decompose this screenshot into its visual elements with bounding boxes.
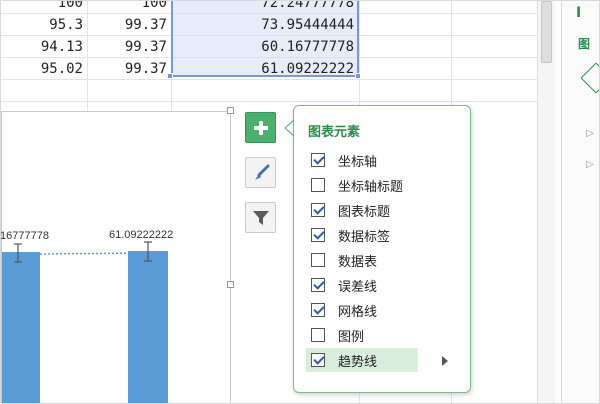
cell-b4[interactable]: 99.37	[87, 58, 171, 80]
option-label: 数据标签	[338, 229, 391, 245]
option-error-bars[interactable]: 误差线	[306, 273, 418, 297]
vertical-scrollbar[interactable]	[537, 1, 555, 403]
checkbox[interactable]	[311, 203, 325, 217]
data-label-2: 61.09222222	[109, 229, 174, 241]
bar-2	[128, 251, 168, 403]
option-label: 图表标题	[338, 204, 391, 220]
option-trendline[interactable]: 趋势线	[306, 348, 418, 372]
checkbox[interactable]	[311, 178, 325, 192]
cell-c4[interactable]: 61.09222222	[171, 58, 359, 80]
checkbox[interactable]	[311, 228, 325, 242]
scrollbar-thumb[interactable]	[541, 1, 552, 63]
option-data-table[interactable]: 数据表	[306, 248, 418, 272]
cell-b2[interactable]: 99.37	[87, 14, 171, 36]
option-gridlines[interactable]: 网格线	[306, 298, 418, 322]
funnel-icon	[252, 210, 269, 225]
option-label: 网格线	[338, 304, 378, 320]
pane-heading-fragment: 图	[578, 37, 591, 51]
option-axes[interactable]: 坐标轴	[306, 148, 418, 172]
chart-object[interactable]: 16777778 61.09222222	[0, 111, 231, 403]
app-window: 100 100 72.24777778 95.3 99.37 73.954444…	[0, 0, 600, 404]
chart-elements-button[interactable]	[245, 112, 276, 143]
cell-c3[interactable]: 60.16777778	[171, 36, 359, 58]
cell-c2[interactable]: 73.95444444	[171, 14, 359, 36]
option-label: 数据表	[338, 254, 378, 270]
option-label: 图例	[338, 329, 365, 345]
chart-resize-handle[interactable]	[227, 281, 234, 288]
cell-b3[interactable]: 99.37	[87, 36, 171, 58]
option-label: 误差线	[338, 279, 378, 295]
option-legend[interactable]: 图例	[306, 323, 418, 347]
panel-title: 图表元素	[308, 125, 361, 140]
pane-title-fragment: Ι	[576, 5, 582, 21]
brush-icon	[254, 164, 269, 180]
chart-elements-panel: 图表元素 坐标轴坐标轴标题图表标题数据标签数据表误差线网格线图例趋势线	[293, 105, 471, 393]
cell-a3[interactable]: 94.13	[1, 36, 87, 58]
option-label: 坐标轴	[338, 154, 378, 170]
checkbox[interactable]	[311, 328, 325, 342]
cell-a4[interactable]: 95.02	[1, 58, 87, 80]
option-label: 坐标轴标题	[338, 179, 404, 195]
chart-filters-button[interactable]	[245, 202, 276, 233]
cell-b1[interactable]: 100	[87, 1, 171, 14]
collapse-arrow-icon[interactable]: ▷	[586, 159, 594, 170]
option-chart-title[interactable]: 图表标题	[306, 198, 418, 222]
bar-1	[2, 252, 40, 403]
plus-icon	[253, 120, 268, 135]
checkbox[interactable]	[311, 353, 325, 367]
row-gridline	[1, 101, 537, 102]
checkbox[interactable]	[311, 303, 325, 317]
checkbox[interactable]	[311, 153, 325, 167]
option-label: 趋势线	[338, 354, 378, 370]
checkbox[interactable]	[311, 253, 325, 267]
option-data-labels[interactable]: 数据标签	[306, 223, 418, 247]
chart-plot	[2, 241, 168, 403]
trendline-submenu-arrow-icon[interactable]	[442, 356, 448, 366]
side-task-pane: Ι 图 ▷ ▷	[561, 1, 599, 403]
cell-c1[interactable]: 72.24777778	[171, 1, 359, 14]
collapse-arrow-icon[interactable]: ▷	[586, 128, 594, 139]
checkbox[interactable]	[311, 278, 325, 292]
option-axis-titles[interactable]: 坐标轴标题	[306, 173, 418, 197]
chart-styles-button[interactable]	[245, 157, 276, 188]
cell-a1[interactable]: 100	[1, 1, 87, 14]
cell-a2[interactable]: 95.3	[1, 14, 87, 36]
chart-resize-handle[interactable]	[227, 107, 234, 114]
data-label-1: 16777778	[0, 230, 49, 242]
